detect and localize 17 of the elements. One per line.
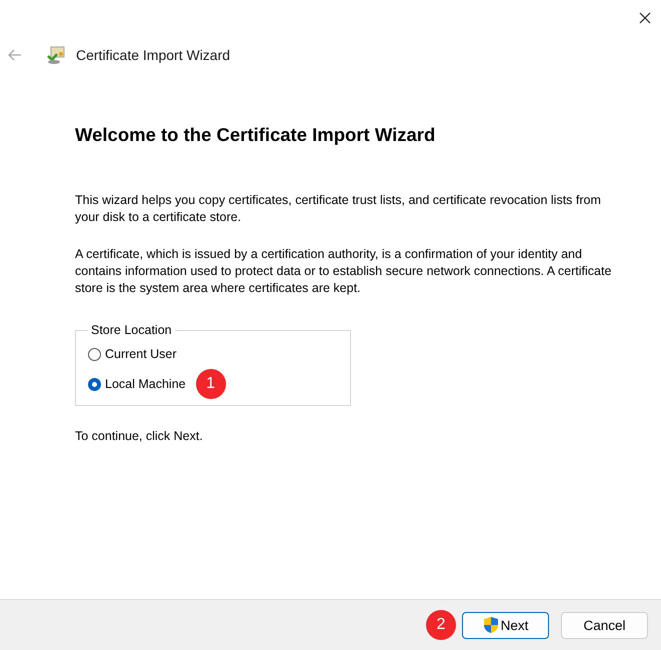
hint-text: To continue, click Next. — [75, 428, 204, 445]
wizard-heading: Welcome to the Certificate Import Wizard — [75, 124, 436, 146]
radio-label[interactable]: Current User — [105, 347, 177, 361]
radio-label[interactable]: Local Machine — [105, 377, 186, 391]
next-button[interactable]: Next — [462, 612, 549, 638]
window-title: Certificate Import Wizard — [76, 47, 230, 63]
description-text: A certificate, which is issued by a certification authority, is a confirmation of your identity and contains information used to protect data or to establish secure network connections. A certificate store is the system area where certificates are kept. — [75, 246, 612, 297]
certificate-icon — [46, 45, 66, 65]
group-label: Store Location — [90, 323, 173, 337]
radio-button[interactable] — [88, 378, 101, 390]
description-text: This wizard helps you copy certificates, certificate trust lists, and certificate revocation lists from your disk to a certificate store. — [75, 192, 602, 226]
step-badge: 1 — [196, 369, 226, 399]
cancel-button[interactable]: Cancel — [561, 612, 648, 638]
shield-icon — [482, 616, 499, 634]
step-badge: 2 — [426, 610, 456, 640]
radio-button[interactable] — [88, 348, 101, 360]
close-icon[interactable] — [639, 12, 651, 24]
